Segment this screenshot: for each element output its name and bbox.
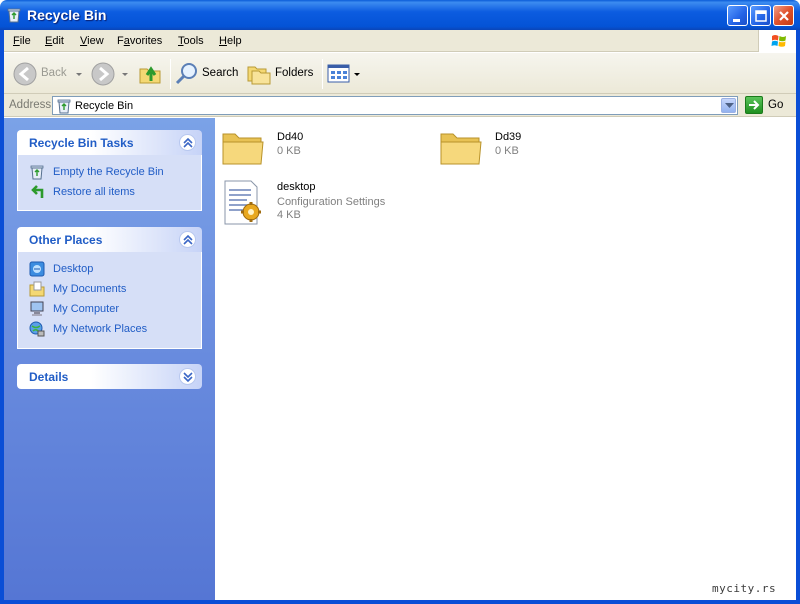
menu-file[interactable]: File bbox=[13, 35, 31, 47]
panel-title: Other Places bbox=[29, 233, 103, 247]
views-button[interactable] bbox=[327, 58, 363, 90]
place-my-network-places[interactable]: My Network Places bbox=[18, 320, 201, 340]
forward-dropdown-icon[interactable] bbox=[122, 73, 128, 76]
file-size: 4 KB bbox=[277, 209, 301, 221]
up-folder-button[interactable] bbox=[138, 58, 166, 90]
forward-button[interactable] bbox=[90, 58, 132, 90]
file-name: desktop bbox=[277, 181, 316, 193]
recycle-bin-icon bbox=[6, 7, 22, 23]
go-button[interactable]: Go bbox=[745, 96, 793, 115]
panel-header[interactable]: Other Places bbox=[17, 227, 202, 252]
menu-bar: File Edit View Favorites Tools Help bbox=[4, 30, 796, 52]
file-item[interactable]: desktop Configuration Settings 4 KB bbox=[221, 178, 431, 238]
file-name: Dd40 bbox=[277, 131, 304, 143]
empty-recycle-bin-icon bbox=[30, 165, 44, 180]
back-arrow-icon bbox=[13, 62, 37, 86]
folders-icon bbox=[247, 66, 271, 85]
window-border-right bbox=[796, 30, 800, 604]
desktop-icon bbox=[29, 261, 45, 277]
file-size: 0 KB bbox=[495, 145, 519, 157]
file-item[interactable]: Dd40 0 KB bbox=[221, 128, 431, 184]
task-pane: Recycle Bin Tasks Empty the Recycle Bin … bbox=[4, 118, 215, 600]
folder-icon bbox=[440, 133, 482, 165]
chevron-down-icon bbox=[725, 103, 734, 108]
address-field[interactable]: Recycle Bin bbox=[52, 96, 738, 115]
maximize-button[interactable] bbox=[750, 5, 771, 26]
my-documents-icon bbox=[29, 281, 45, 297]
restore-icon bbox=[31, 185, 44, 198]
minimize-button[interactable] bbox=[727, 5, 748, 26]
toolbar: Back Search Folders bbox=[4, 53, 796, 94]
details-panel: Details bbox=[17, 364, 202, 389]
file-name: Dd39 bbox=[495, 131, 522, 143]
folder-up-icon bbox=[139, 66, 161, 84]
expand-chevron-icon[interactable] bbox=[179, 368, 196, 385]
watermark: mycity.rs bbox=[712, 582, 777, 595]
recycle-bin-tasks-panel: Recycle Bin Tasks Empty the Recycle Bin … bbox=[17, 130, 202, 211]
address-dropdown-button[interactable] bbox=[721, 98, 736, 113]
other-places-panel: Other Places Desktop My Documents My Com… bbox=[17, 227, 202, 349]
address-bar: Address Recycle Bin Go bbox=[4, 94, 796, 117]
file-view[interactable]: Dd40 0 KB Dd39 0 KB desktop Configuratio… bbox=[215, 118, 796, 600]
collapse-chevron-icon[interactable] bbox=[179, 134, 196, 151]
file-type: Configuration Settings bbox=[277, 196, 386, 208]
title-bar[interactable]: Recycle Bin bbox=[0, 0, 800, 30]
place-my-documents[interactable]: My Documents bbox=[18, 280, 201, 300]
go-arrow-icon bbox=[745, 96, 763, 114]
folders-button[interactable]: Folders bbox=[247, 58, 317, 90]
task-restore-all-items[interactable]: Restore all items bbox=[18, 183, 201, 203]
panel-title: Recycle Bin Tasks bbox=[29, 136, 134, 150]
collapse-chevron-icon[interactable] bbox=[179, 231, 196, 248]
window-border-bottom bbox=[0, 600, 800, 604]
back-dropdown-icon[interactable] bbox=[76, 73, 82, 76]
menu-help[interactable]: Help bbox=[219, 35, 242, 47]
network-places-icon bbox=[29, 321, 45, 337]
file-size: 0 KB bbox=[277, 145, 301, 157]
folder-icon bbox=[222, 133, 264, 165]
menu-favorites[interactable]: Favorites bbox=[117, 35, 162, 47]
search-icon bbox=[175, 63, 197, 85]
menu-edit[interactable]: Edit bbox=[45, 35, 64, 47]
toolbar-separator bbox=[322, 59, 323, 89]
place-my-computer[interactable]: My Computer bbox=[18, 300, 201, 320]
menu-view[interactable]: View bbox=[80, 35, 104, 47]
menu-tools[interactable]: Tools bbox=[178, 35, 204, 47]
toolbar-separator bbox=[170, 59, 171, 89]
close-button[interactable] bbox=[773, 5, 794, 26]
panel-header[interactable]: Details bbox=[17, 364, 202, 389]
search-button[interactable]: Search bbox=[175, 58, 241, 90]
config-settings-icon bbox=[224, 180, 261, 225]
panel-title: Details bbox=[29, 370, 69, 384]
my-computer-icon bbox=[30, 301, 44, 316]
task-empty-recycle-bin[interactable]: Empty the Recycle Bin bbox=[18, 163, 201, 183]
file-item[interactable]: Dd39 0 KB bbox=[439, 128, 649, 184]
views-icon bbox=[327, 64, 350, 83]
windows-logo-icon bbox=[758, 30, 796, 52]
address-label: Address bbox=[9, 99, 52, 111]
address-value: Recycle Bin bbox=[75, 100, 134, 112]
back-button[interactable]: Back bbox=[12, 58, 88, 90]
forward-arrow-icon bbox=[91, 62, 115, 86]
views-dropdown-icon bbox=[354, 73, 360, 76]
place-desktop[interactable]: Desktop bbox=[18, 260, 201, 280]
panel-header[interactable]: Recycle Bin Tasks bbox=[17, 130, 202, 155]
recycle-bin-icon bbox=[57, 99, 71, 114]
window-title: Recycle Bin bbox=[27, 7, 107, 23]
